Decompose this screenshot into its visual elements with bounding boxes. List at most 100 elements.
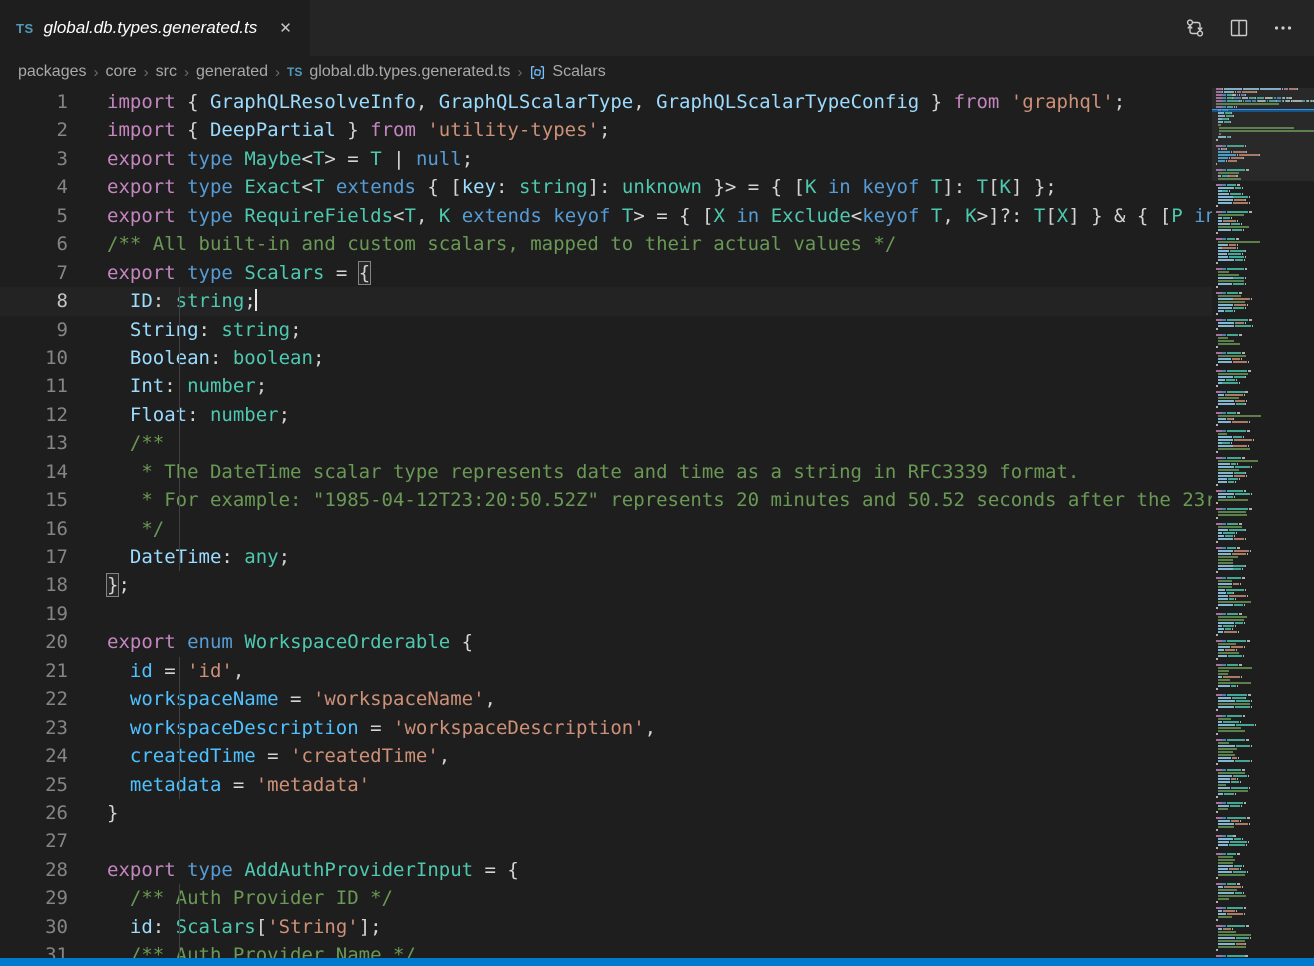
line-content: export type Exact<T extends { [key: stri… [68,173,1057,201]
code-line-20: 20export enum WorkspaceOrderable { [0,628,1212,656]
code-line-5: 5export type RequireFields<T, K extends … [0,202,1212,230]
breadcrumb-item-packages[interactable]: packages [18,63,87,81]
line-number: 16 [0,515,68,543]
code-line-21: 21 id = 'id', [0,657,1212,685]
line-number: 1 [0,88,68,116]
code-editor-surface[interactable]: 1import { GraphQLResolveInfo, GraphQLSca… [0,88,1212,958]
line-number: 8 [0,287,68,315]
line-number: 14 [0,458,68,486]
minimap-viewport[interactable] [1212,88,1314,181]
line-content: export type RequireFields<T, K extends k… [68,202,1212,230]
breadcrumb-item-src[interactable]: src [156,63,177,81]
typescript-file-icon: TS [16,21,34,36]
line-number: 20 [0,628,68,656]
line-content: workspaceDescription = 'workspaceDescrip… [68,714,656,742]
vscode-editor-window: TS global.db.types.generated.ts ✕ [0,0,1314,966]
breadcrumb: packages›core›src›generated›TSglobal.db.… [0,56,1314,88]
line-content: export type Scalars = { [68,259,370,287]
line-number: 21 [0,657,68,685]
line-number: 28 [0,856,68,884]
code-line-31: 31 /** Auth Provider Name */ [0,941,1212,958]
line-content: /** [68,429,164,457]
code-line-30: 30 id: Scalars['String']; [0,913,1212,941]
line-number: 18 [0,571,68,599]
line-number: 30 [0,913,68,941]
line-number: 4 [0,173,68,201]
line-content: export type AddAuthProviderInput = { [68,856,519,884]
tab-title: global.db.types.generated.ts [44,18,258,38]
minimap[interactable] [1212,88,1314,958]
line-content: export enum WorkspaceOrderable { [68,628,473,656]
line-number: 12 [0,401,68,429]
line-content: } [68,799,118,827]
indent-guide [179,515,180,543]
code-line-27: 27 [0,827,1212,855]
tab-global-db-types-generated-ts[interactable]: TS global.db.types.generated.ts ✕ [0,0,311,56]
indent-guide [179,429,180,457]
line-number: 25 [0,771,68,799]
line-content: import { DeepPartial } from 'utility-typ… [68,116,610,144]
code-line-22: 22 workspaceName = 'workspaceName', [0,685,1212,713]
line-number: 17 [0,543,68,571]
indent-guide [179,401,180,429]
breadcrumb-separator-icon: › [275,64,280,81]
line-content: export type Maybe<T> = T | null; [68,145,473,173]
line-number: 13 [0,429,68,457]
line-content [68,600,107,628]
code-line-29: 29 /** Auth Provider ID */ [0,884,1212,912]
line-number: 2 [0,116,68,144]
tab-bar: TS global.db.types.generated.ts ✕ [0,0,1314,56]
line-content: DateTime: any; [68,543,290,571]
indent-guide [179,941,180,958]
code-line-18: 18}; [0,571,1212,599]
indent-guide [179,714,180,742]
code-line-7: 7export type Scalars = { [0,259,1212,287]
code-line-8: 8 ID: string; [0,287,1212,315]
code-line-4: 4export type Exact<T extends { [key: str… [0,173,1212,201]
typescript-file-icon: TS [287,65,302,79]
line-content: String: string; [68,316,302,344]
more-actions-icon[interactable] [1268,13,1298,43]
status-bar [0,958,1314,966]
open-changes-icon[interactable] [1180,13,1210,43]
breadcrumb-item-file[interactable]: TSglobal.db.types.generated.ts [287,63,510,81]
breadcrumb-separator-icon: › [94,64,99,81]
code-line-1: 1import { GraphQLResolveInfo, GraphQLSca… [0,88,1212,116]
code-line-23: 23 workspaceDescription = 'workspaceDesc… [0,714,1212,742]
line-content: metadata = 'metadata' [68,771,370,799]
line-content: id = 'id', [68,657,244,685]
code-line-14: 14 * The DateTime scalar type represents… [0,458,1212,486]
code-line-25: 25 metadata = 'metadata' [0,771,1212,799]
indent-guide [179,884,180,912]
line-number: 23 [0,714,68,742]
indent-guide [179,543,180,571]
line-number: 26 [0,799,68,827]
symbol-type-icon [529,64,546,81]
indent-guide [179,771,180,799]
line-content: createdTime = 'createdTime', [68,742,450,770]
line-content: }; [68,571,130,599]
code-line-26: 26} [0,799,1212,827]
code-line-24: 24 createdTime = 'createdTime', [0,742,1212,770]
line-number: 7 [0,259,68,287]
line-number: 10 [0,344,68,372]
line-number: 5 [0,202,68,230]
code-line-3: 3export type Maybe<T> = T | null; [0,145,1212,173]
indent-guide [179,372,180,400]
line-number: 24 [0,742,68,770]
line-content: Int: number; [68,372,267,400]
breadcrumb-item-generated[interactable]: generated [196,63,268,81]
tab-close-icon[interactable]: ✕ [275,17,296,39]
line-number: 9 [0,316,68,344]
editor-actions [1180,0,1314,56]
code-line-17: 17 DateTime: any; [0,543,1212,571]
breadcrumb-item-symbol-scalars[interactable]: Scalars [529,63,605,81]
breadcrumb-separator-icon: › [184,64,189,81]
line-content: */ [68,515,164,543]
breadcrumb-item-core[interactable]: core [106,63,137,81]
line-content: * The DateTime scalar type represents da… [68,458,1079,486]
code-line-6: 6/** All built-in and custom scalars, ma… [0,230,1212,258]
line-number: 11 [0,372,68,400]
split-editor-icon[interactable] [1224,13,1254,43]
code-line-28: 28export type AddAuthProviderInput = { [0,856,1212,884]
